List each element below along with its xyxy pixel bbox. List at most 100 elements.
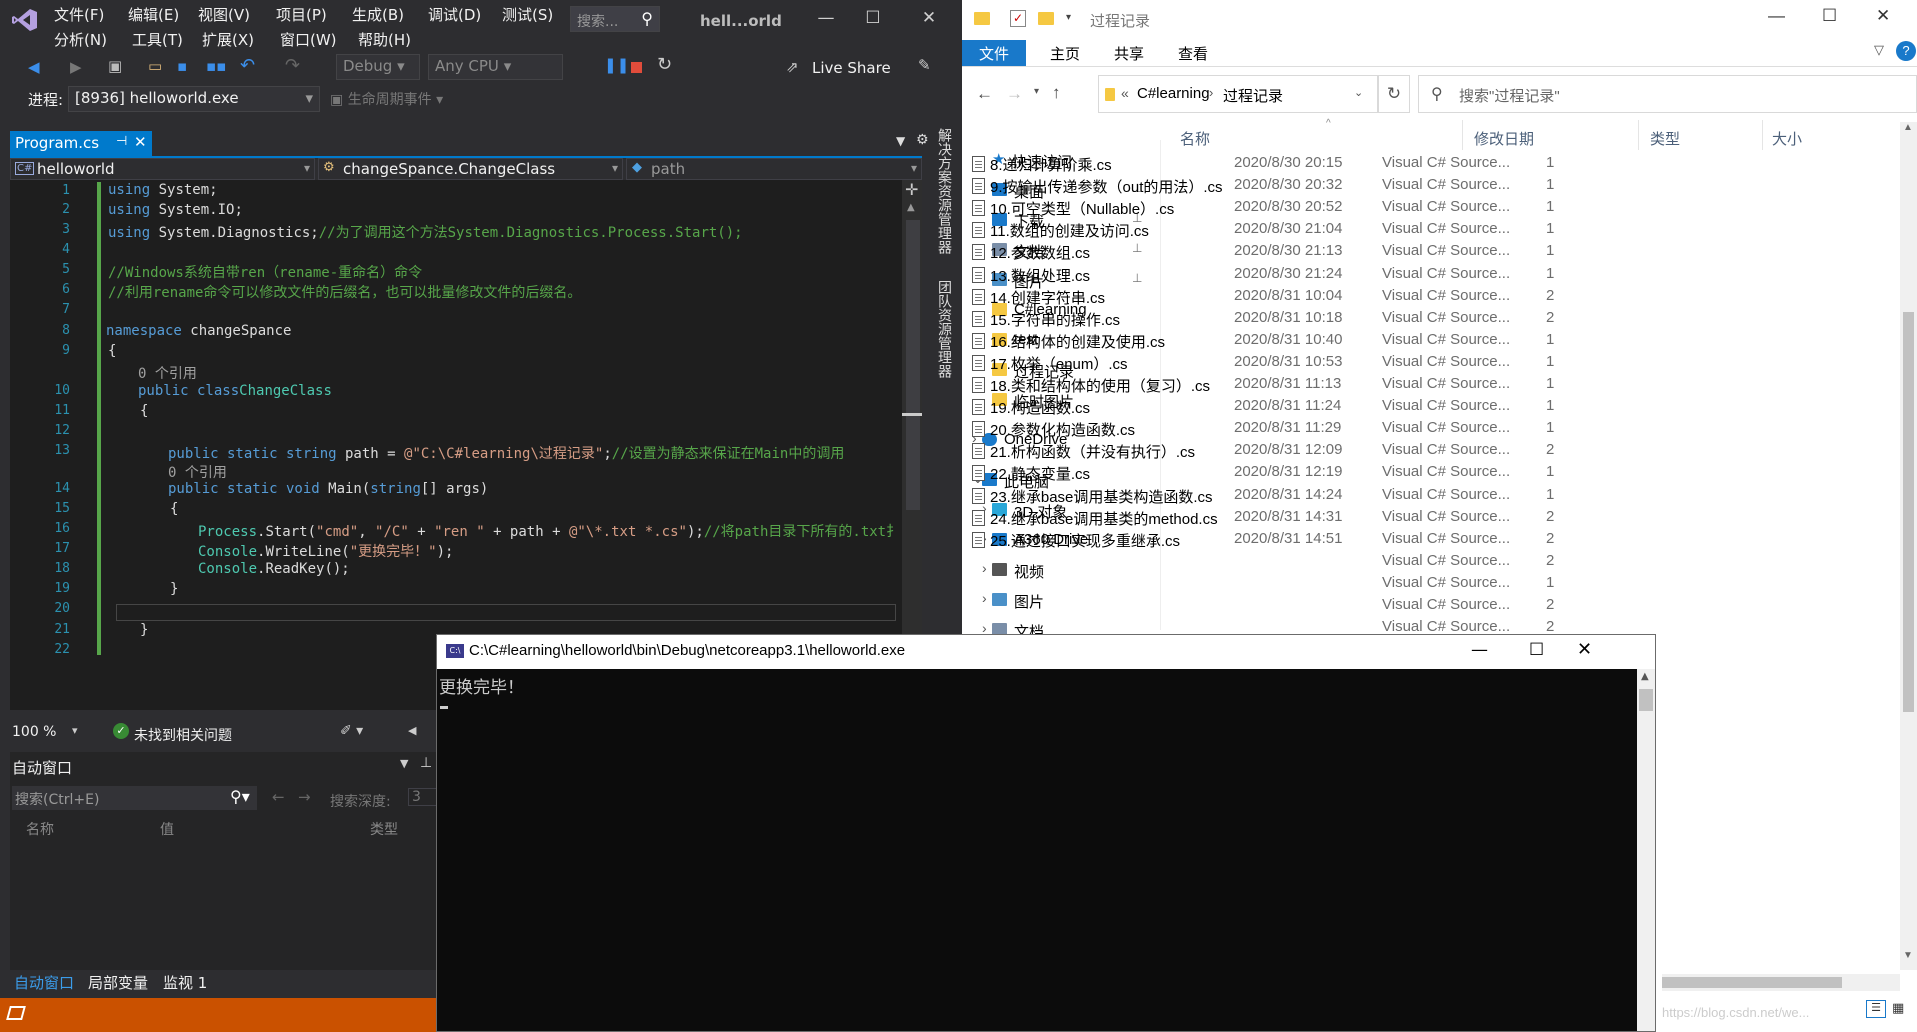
col-header-date[interactable]: 修改日期 [1474,128,1534,149]
col-name[interactable]: 名称 [26,819,54,839]
details-view-icon[interactable]: ☰ [1866,1000,1886,1018]
scroll-thumb[interactable] [1903,312,1914,712]
address-dropdown-icon[interactable]: ⌄ [1354,86,1363,99]
configuration-dropdown[interactable]: Debug ▾ [336,54,420,80]
project-dropdown[interactable]: C# helloworld ▾ [10,158,315,180]
menu-item[interactable]: 工具(T) [132,29,183,50]
zoom-level[interactable]: 100 % [12,724,56,740]
close-button[interactable]: ✕ [914,8,944,28]
recent-icon[interactable]: ▾ [1034,86,1039,97]
class-dropdown[interactable]: ⚙ changeSpance.ChangeClass ▾ [318,158,623,180]
back-icon[interactable]: ◀ [28,58,40,76]
scroll-thumb[interactable] [906,220,920,510]
pin-icon[interactable]: ⊣ [116,134,127,149]
tab-overflow-icon[interactable]: ▼ [896,134,905,148]
explorer-close[interactable]: ✕ [1876,6,1890,26]
explorer-maximize[interactable]: ☐ [1822,6,1837,26]
stop-icon[interactable] [631,62,642,73]
editor-scrollbar[interactable]: ✛ ▲ [902,180,922,710]
explorer-minimize[interactable]: — [1768,6,1785,26]
console-close[interactable]: ✕ [1577,639,1592,660]
scroll-up-icon[interactable]: ▲ [1903,122,1913,133]
search-depth-field[interactable]: 3 [408,788,438,806]
back-icon[interactable]: ← [976,84,993,104]
pause-icon[interactable]: ❚❚ [604,56,629,74]
issues-status[interactable]: 未找到相关问题 [134,725,232,745]
share-icon[interactable]: ⇗ [786,58,799,76]
properties-icon[interactable]: ✓ [1010,10,1026,27]
menu-item[interactable]: 编辑(E) [128,4,179,25]
feedback-icon[interactable]: ✎ [918,56,931,74]
tiles-view-icon[interactable]: ▦ [1892,1000,1904,1016]
menu-item[interactable]: 生成(B) [352,4,404,25]
file-list-scrollbar[interactable]: ▲ ▼ [1900,122,1917,970]
menu-item[interactable]: 文件(F) [54,4,104,25]
menu-item[interactable]: 窗口(W) [280,29,337,50]
tab-locals[interactable]: 局部变量 [88,972,148,993]
menu-item[interactable]: 视图(V) [198,4,250,25]
lifecycle-events-dropdown[interactable]: ▣ 生命周期事件 ▾ [330,89,443,109]
nav-back-icon[interactable]: ← [272,788,285,806]
live-share-button[interactable]: Live Share [812,59,891,77]
file-row-partial[interactable]: Visual C# Source... 1 [1382,574,1902,596]
explorer-search[interactable]: ⚲ 搜索"过程记录" [1418,75,1917,113]
console-maximize[interactable]: ☐ [1529,640,1544,660]
search-box[interactable]: 搜索... ⚲ [570,6,660,32]
tab-autos[interactable]: 自动窗口 [14,972,74,993]
col-value[interactable]: 值 [160,819,174,839]
menu-item[interactable]: 扩展(X) [202,29,254,50]
split-icon[interactable]: ✛ [905,180,918,199]
breadcrumb-2[interactable]: 过程记录 [1223,85,1283,106]
expand-chevron-icon[interactable]: › [982,560,987,576]
col-header-type[interactable]: 类型 [1650,128,1680,149]
menu-item[interactable]: 分析(N) [54,29,107,50]
col-type[interactable]: 类型 [370,819,398,839]
nav-item[interactable]: › 图片 [962,588,1160,614]
ribbon-tab-share[interactable]: 共享 [1114,43,1144,64]
breadcrumb-1[interactable]: C#learning [1137,85,1210,102]
refresh-button[interactable]: ↻ [1378,75,1410,113]
tab-close-icon[interactable]: ✕ [134,133,147,151]
console-minimize[interactable]: — [1471,640,1488,660]
redo-icon[interactable]: ↷ [285,55,300,76]
file-row-partial[interactable]: Visual C# Source... 2 [1382,552,1902,574]
team-explorer-tab[interactable]: 团队资源管理器 [930,280,954,410]
horizontal-scrollbar[interactable] [1662,974,1900,991]
nav-item[interactable]: › 视频 [962,558,1160,584]
new-project-icon[interactable]: ▣ [108,57,122,75]
ribbon-expand-icon[interactable]: ▽ [1874,42,1884,58]
help-icon[interactable]: ? [1896,41,1916,61]
menu-item[interactable]: 项目(P) [276,4,327,25]
member-dropdown[interactable]: ◆ path ▾ [626,158,922,180]
minimize-button[interactable]: — [811,8,841,28]
autos-search[interactable]: 搜索(Ctrl+E) ⚲▾ [12,786,257,810]
col-header-size[interactable]: 大小 [1772,128,1802,149]
solution-explorer-tab[interactable]: 解决方案资源管理器 [930,128,954,268]
settings-icon[interactable]: ⚙ [916,132,929,148]
tab-watch[interactable]: 监视 1 [163,972,207,993]
up-icon[interactable]: ↑ [1052,83,1061,103]
nav-forward-icon[interactable]: → [298,788,311,806]
platform-dropdown[interactable]: Any CPU ▾ [428,54,563,80]
menu-item[interactable]: 调试(D) [428,4,481,25]
qat-dropdown-icon[interactable]: ▾ [1066,12,1071,23]
forward-icon[interactable]: ▶ [70,58,82,76]
scroll-up-icon[interactable]: ▲ [907,202,915,213]
console-scrollbar[interactable]: ▲ [1637,669,1655,1031]
menu-item[interactable]: 帮助(H) [358,29,411,50]
autos-menu-icon[interactable]: ▼ [400,757,408,770]
autos-pin-icon[interactable]: ⊥ [420,755,432,771]
tab-program-cs[interactable]: Program.cs ⊣ ✕ [10,131,152,156]
address-bar[interactable]: « C#learning › 过程记录 ⌄ [1098,75,1378,113]
ribbon-tab-view[interactable]: 查看 [1178,43,1208,64]
scroll-down-icon[interactable]: ▼ [1903,950,1913,961]
ribbon-tab-home[interactable]: 主页 [1050,43,1080,64]
undo-icon[interactable]: ↶ [240,55,255,76]
menu-item[interactable]: 测试(S) [502,4,553,25]
save-all-icon[interactable]: ▪▪ [206,57,226,75]
open-file-icon[interactable]: ▭ [148,57,162,75]
forward-icon[interactable]: → [1006,84,1023,104]
col-header-name[interactable]: 名称 [1180,128,1210,149]
process-dropdown[interactable]: [8936] helloworld.exe ▾ [68,86,320,112]
save-icon[interactable]: ▪ [177,57,187,75]
